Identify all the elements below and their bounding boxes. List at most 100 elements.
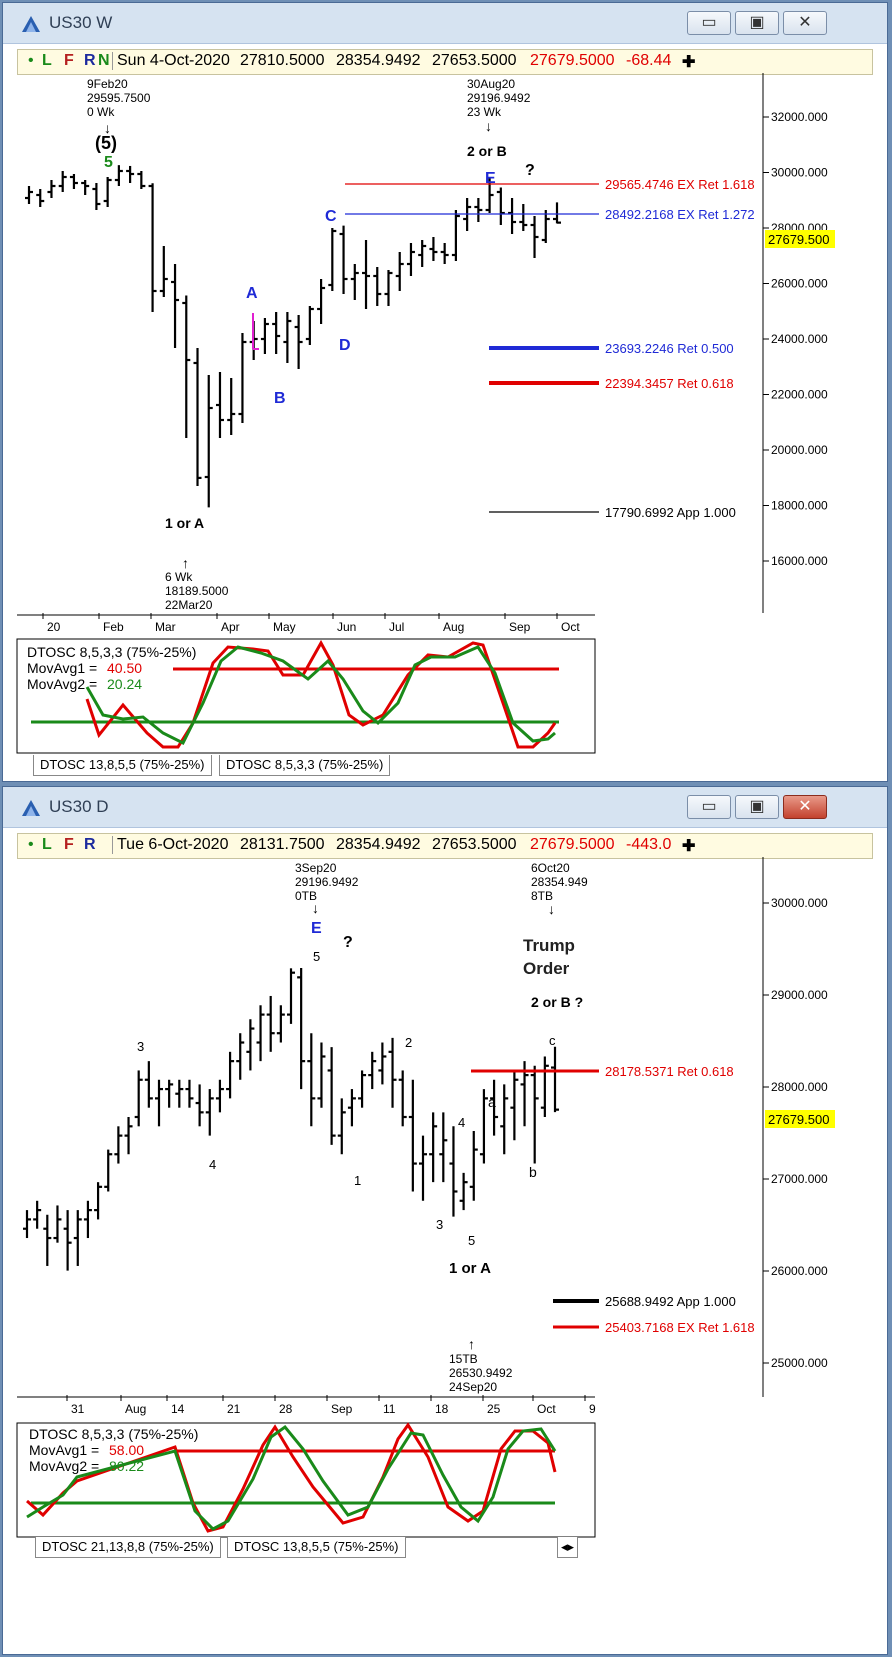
level-label: 25403.7168 EX Ret 1.618 [605, 1320, 755, 1335]
ohlc-bar [155, 1079, 163, 1127]
ohlc-bar [148, 183, 157, 312]
ohlc-bar [519, 204, 528, 231]
time-tick-label: 11 [383, 1402, 396, 1416]
indicator-tab[interactable]: DTOSC 21,13,8,8 (75%-25%) [35, 1537, 221, 1558]
maximize-button[interactable]: ▣ [735, 795, 779, 819]
time-tick-label: Oct [561, 620, 580, 634]
level-label: 29565.4746 EX Ret 1.618 [605, 177, 755, 192]
price-tick-label: 26000.000 [771, 277, 828, 291]
time-tick-label: 25 [487, 1402, 501, 1416]
time-tick-label: 28 [279, 1402, 293, 1416]
wave-label: 3 [137, 1039, 144, 1054]
ohlc-bar [297, 968, 306, 1090]
ohlc-bar [175, 1079, 184, 1108]
ohlc-bar [378, 1042, 387, 1085]
close-button[interactable]: ✕ [783, 11, 827, 35]
wave-label: 1 [354, 1173, 361, 1188]
ohlc-bar [388, 1037, 397, 1108]
time-tick-label: 20 [47, 620, 61, 634]
ohlc-bar [182, 295, 191, 438]
trump-label: Trump [523, 936, 575, 955]
title-bar[interactable]: US30 D ▭ ▣ ✕ [3, 787, 887, 828]
ohlc-bar [272, 312, 281, 354]
ohlc-bar [449, 1126, 458, 1217]
ohlc-bar [144, 1061, 153, 1108]
osc-name: DTOSC 8,5,3,3 (75%-25%) [29, 1426, 198, 1442]
low-info-price: 26530.9492 [449, 1366, 513, 1380]
ohlc-bar [43, 1214, 52, 1266]
ohlc-bar [227, 378, 236, 435]
ohlc-bar [496, 187, 505, 225]
ohlc-bar [137, 171, 146, 189]
ohlc-bar [305, 306, 314, 345]
weekly-price-chart[interactable]: 32000.00030000.00028000.00026000.0002400… [3, 43, 887, 783]
osc-ma2-label: MovAvg2 = [27, 676, 97, 692]
ohlc-bar [25, 186, 33, 204]
wave-label: 5 [468, 1233, 475, 1248]
question-label: ? [343, 934, 353, 951]
osc-ma1-value: 58.00 [109, 1442, 144, 1458]
ohlc-bar [287, 968, 295, 1024]
window-title: US30 D [49, 797, 109, 816]
ohlc-bar [373, 267, 382, 306]
minimize-icon: ▭ [701, 14, 717, 31]
ohlc-bar [283, 312, 292, 363]
weekly-chart-window: US30 W ▭ ▣ ✕ • L F R N Sun 4-Oct-2020 27… [2, 2, 888, 782]
wave-label: C [325, 208, 337, 225]
time-tick-label: Apr [221, 620, 240, 634]
ohlc-bar [185, 1079, 194, 1108]
minimize-button[interactable]: ▭ [687, 795, 731, 819]
ohlc-bar [451, 210, 460, 261]
ohlc-bar [398, 1070, 407, 1127]
ohlc-bar [358, 1070, 367, 1108]
osc-ma1-label: MovAvg1 = [29, 1442, 99, 1458]
ohlc-bar [226, 1051, 235, 1099]
down-arrow-icon: ↓ [548, 901, 555, 917]
ohlc-bar [406, 243, 415, 276]
indicator-tabs: DTOSC 21,13,8,8 (75%-25%) DTOSC 13,8,5,5… [17, 1537, 617, 1559]
scroll-tabs-button[interactable]: ◂▸ [557, 1537, 579, 1558]
peak-info-weeks: 0 Wk [87, 105, 115, 119]
ohlc-bar [94, 1182, 103, 1220]
time-tick-label: May [273, 620, 296, 634]
osc-ma2-value: 80.22 [109, 1458, 144, 1474]
time-tick-label: Jul [389, 620, 404, 634]
close-icon: ✕ [798, 14, 812, 31]
ohlc-bar [469, 1130, 478, 1201]
peak-info-date: 9Feb20 [87, 77, 128, 91]
ohlc-bar [362, 240, 371, 309]
indicator-tab[interactable]: DTOSC 8,5,3,3 (75%-25%) [219, 755, 391, 776]
price-tick-label: 29000.000 [771, 988, 828, 1002]
level-label: 17790.6992 App 1.000 [605, 505, 736, 520]
ohlc-bar [328, 228, 337, 291]
ohlc-bar [159, 246, 168, 297]
top-info-date: 30Aug20 [467, 77, 515, 91]
top-info-weeks: 23 Wk [467, 105, 502, 119]
low-info-tb: 15TB [449, 1352, 478, 1366]
low-info-price: 18189.5000 [165, 584, 229, 598]
ohlc-bar [63, 1210, 72, 1271]
indicator-tab[interactable]: DTOSC 13,8,5,5 (75%-25%) [227, 1537, 406, 1558]
time-tick-label: Oct [537, 1402, 556, 1416]
ohlc-bar [114, 1126, 123, 1164]
wave-label: a [488, 1094, 496, 1110]
down-arrow-icon: ↓ [485, 118, 492, 134]
up-arrow-icon: ↑ [182, 555, 189, 571]
close-button[interactable]: ✕ [783, 795, 827, 819]
close-icon: ✕ [798, 798, 812, 815]
daily-price-chart[interactable]: 30000.000 29000.000 28000.000 27000.000 2600… [3, 827, 887, 1655]
ohlc-bar [195, 1084, 204, 1127]
wave-label: 4 [458, 1115, 465, 1130]
time-tick-label: Aug [125, 1402, 146, 1416]
ohlc-bar [53, 1205, 62, 1243]
maximize-button[interactable]: ▣ [735, 11, 779, 35]
daily-chart-window: US30 D ▭ ▣ ✕ • L F R Tue 6-Oct-2020 2813… [2, 786, 888, 1655]
ohlc-bar [215, 372, 224, 438]
ohlc-bar [92, 183, 101, 210]
price-tick-label: 16000.000 [771, 554, 828, 568]
wave-label: (5) [95, 133, 117, 153]
indicator-tab[interactable]: DTOSC 13,8,5,5 (75%-25%) [33, 755, 212, 776]
minimize-button[interactable]: ▭ [687, 11, 731, 35]
title-bar[interactable]: US30 W ▭ ▣ ✕ [3, 3, 887, 44]
price-tick-label: 20000.000 [771, 443, 828, 457]
